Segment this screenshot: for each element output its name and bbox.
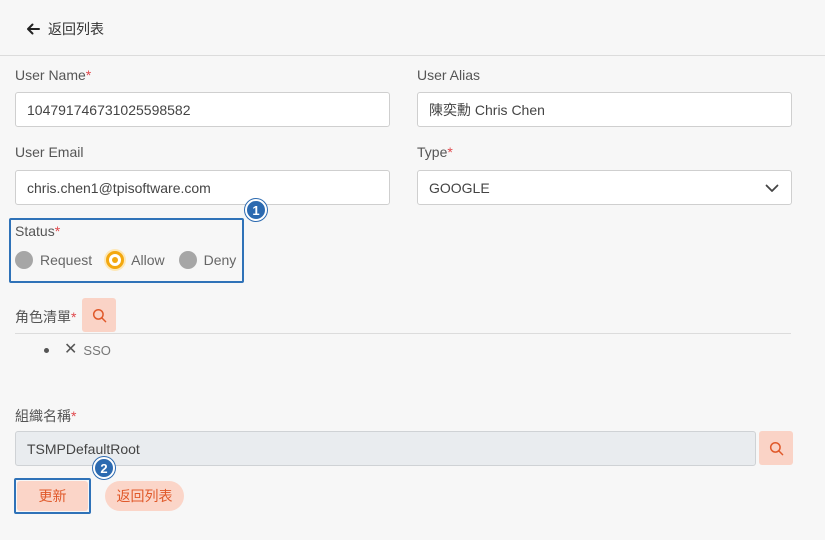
org-value: TSMPDefaultRoot <box>27 440 140 457</box>
annotation-badge-1: 1 <box>245 199 267 221</box>
org-search-button[interactable] <box>759 431 793 465</box>
user-email-label: User Email <box>15 144 84 160</box>
chevron-down-icon <box>765 184 779 192</box>
status-option-label: Request <box>40 252 93 268</box>
status-option-label: Deny <box>203 252 237 268</box>
roles-label: 角色清單* <box>15 309 77 325</box>
type-label: Type* <box>417 144 453 160</box>
bullet-icon <box>44 347 49 353</box>
type-value: GOOGLE <box>429 179 490 196</box>
status-radio-group: Request Allow Deny <box>15 251 250 269</box>
top-bar: 返回列表 <box>0 0 825 56</box>
status-radio-request[interactable]: Request <box>15 251 92 269</box>
radio-unchecked-icon <box>178 251 197 269</box>
user-email-value: chris.chen1@tpisoftware.com <box>27 179 211 196</box>
status-label: Status* <box>15 223 61 239</box>
radio-unchecked-icon <box>15 251 33 269</box>
user-alias-input[interactable]: 陳奕勳 Chris Chen <box>417 92 792 127</box>
org-input[interactable]: TSMPDefaultRoot <box>15 431 756 466</box>
arrow-left-icon <box>27 23 40 35</box>
user-name-input[interactable]: 104791746731025598582 <box>15 92 390 127</box>
user-email-input[interactable]: chris.chen1@tpisoftware.com <box>15 170 390 205</box>
update-button[interactable]: 更新 <box>17 481 88 511</box>
search-icon <box>92 308 106 322</box>
back-to-list-button[interactable]: 返回列表 <box>105 481 184 511</box>
status-option-label: Allow <box>131 252 165 268</box>
annotation-badge-2: 2 <box>93 457 115 479</box>
type-select[interactable]: GOOGLE <box>417 170 792 205</box>
search-icon <box>769 441 783 455</box>
org-label: 組織名稱* <box>15 408 77 424</box>
status-radio-allow[interactable]: Allow <box>106 251 165 269</box>
user-alias-value: 陳奕勳 Chris Chen <box>429 101 545 118</box>
roles-search-button[interactable] <box>82 298 116 332</box>
remove-role-icon[interactable]: ✕ <box>64 342 77 358</box>
roles-divider <box>15 333 791 334</box>
back-link-label: 返回列表 <box>48 21 104 37</box>
user-name-value: 104791746731025598582 <box>27 101 191 118</box>
user-name-label: User Name* <box>15 67 92 83</box>
back-to-list-link[interactable]: 返回列表 <box>26 19 104 39</box>
status-radio-deny[interactable]: Deny <box>178 251 237 269</box>
list-item: ✕ SSO <box>44 342 111 358</box>
radio-checked-icon <box>106 251 125 269</box>
role-name: SSO <box>83 342 111 358</box>
user-alias-label: User Alias <box>417 67 481 83</box>
